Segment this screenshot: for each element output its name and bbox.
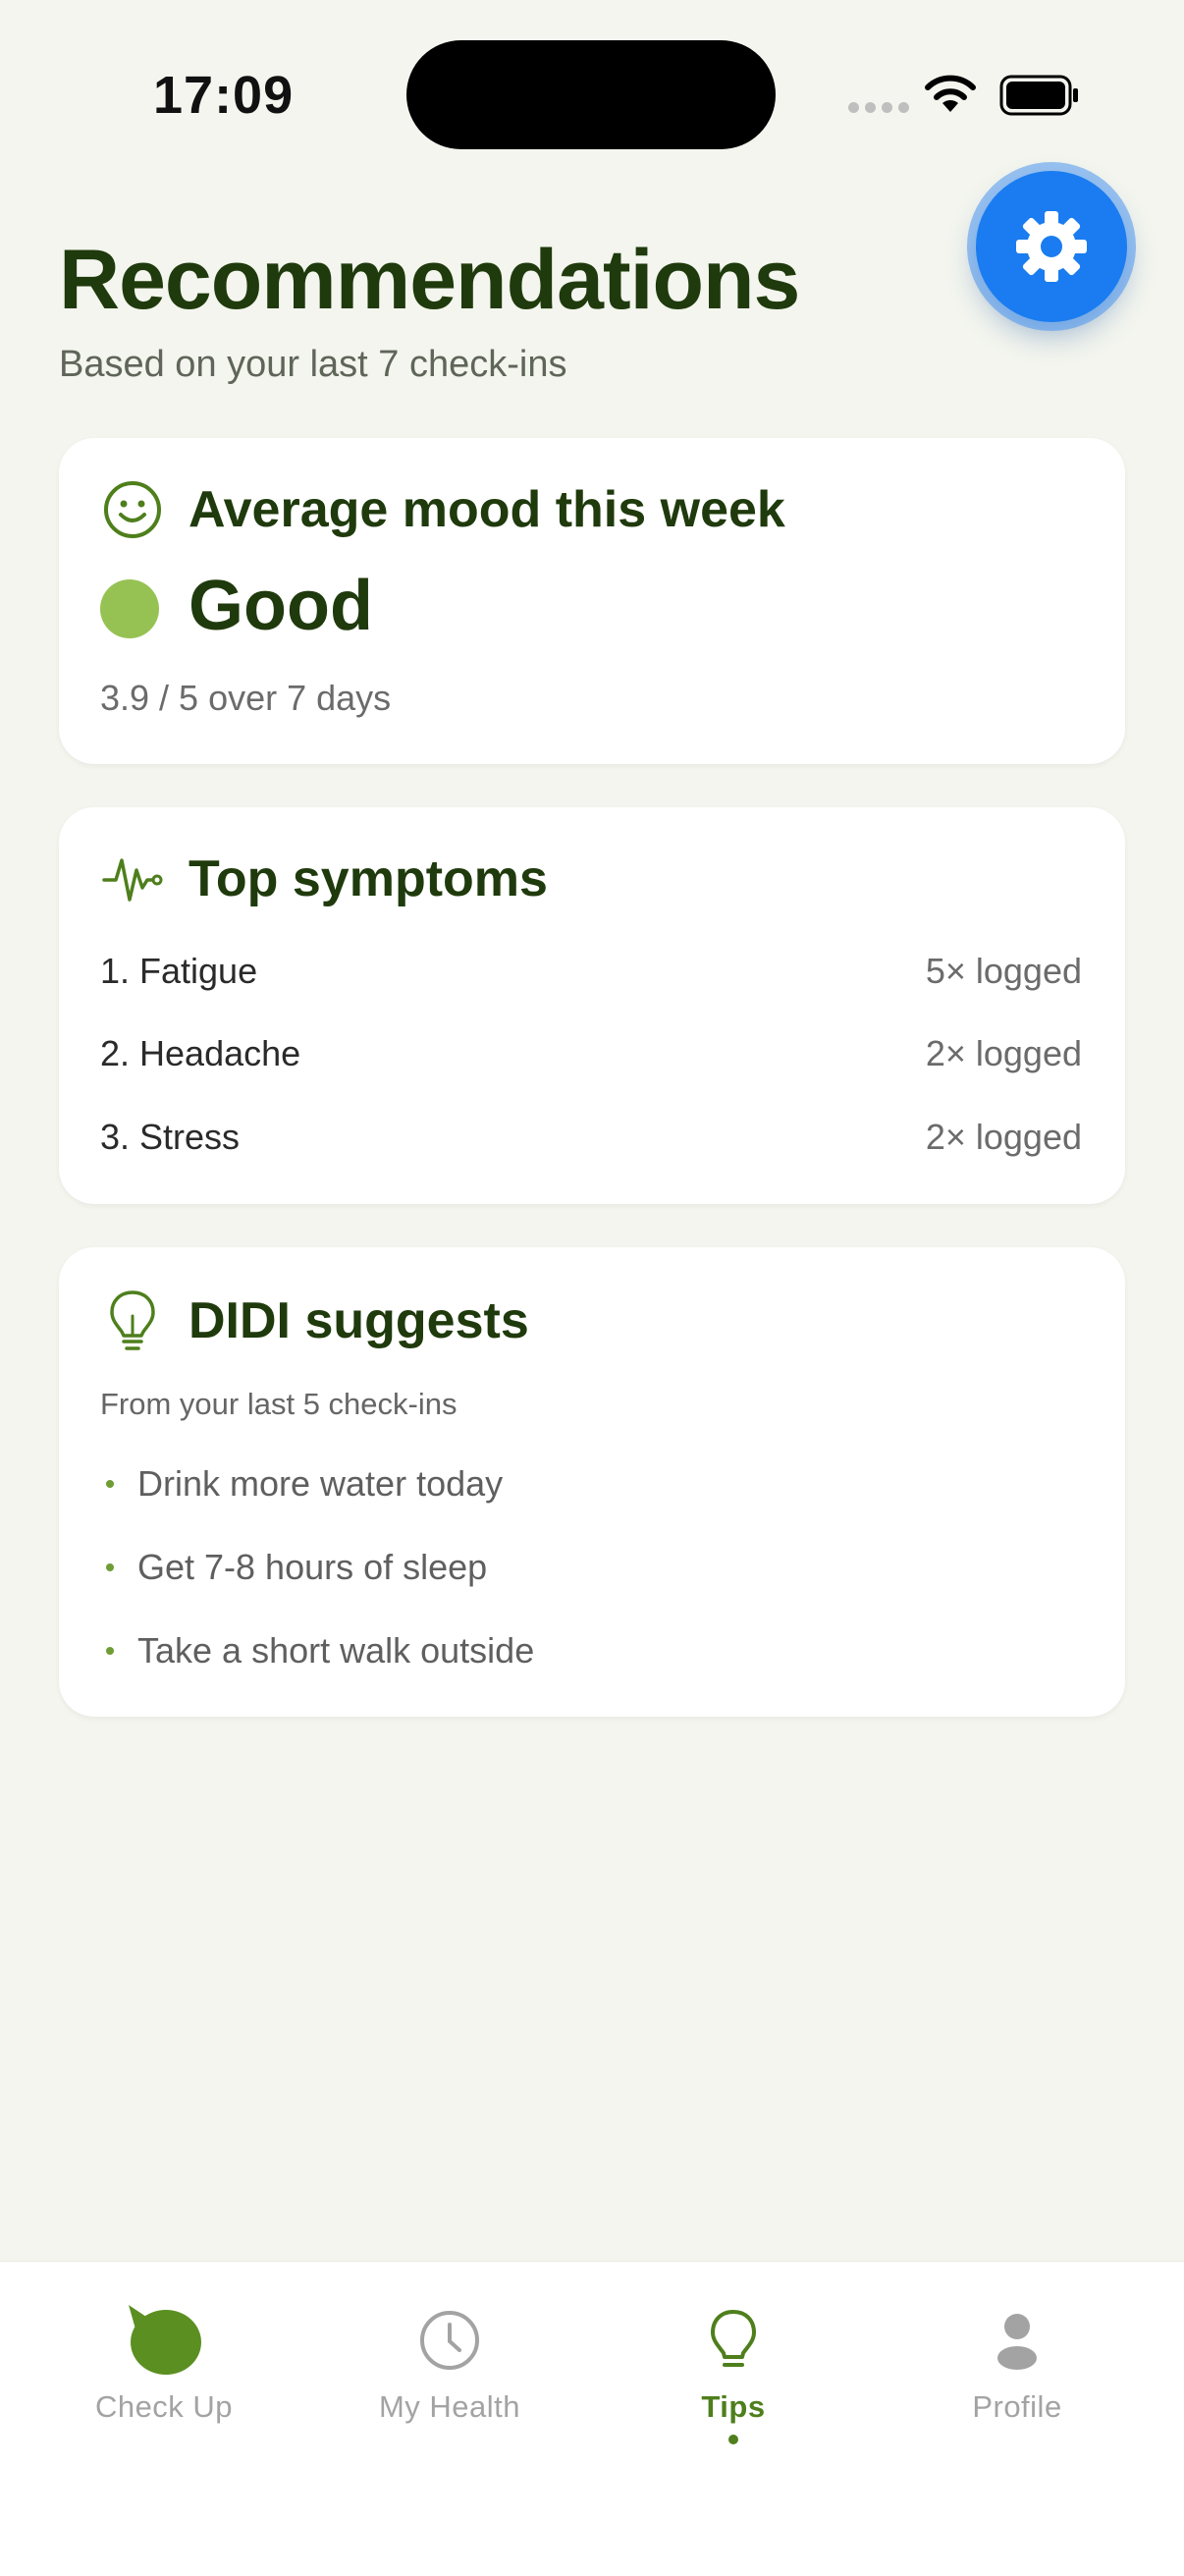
settings-button[interactable] [976, 171, 1127, 322]
bullet [106, 1480, 114, 1488]
bullet [106, 1563, 114, 1571]
symptom-count: 2× logged [925, 1117, 1082, 1157]
symptom-row: 3. Stress 2× logged [100, 1117, 1082, 1158]
suggestion-text: Take a short walk outside [137, 1630, 535, 1671]
symptom-name: 2. Headache [100, 1033, 301, 1073]
status-bar: 17:09 [0, 0, 1184, 187]
person-icon [997, 2314, 1037, 2370]
symptom-row: 1. Fatigue 5× logged [100, 951, 1082, 992]
tab-label: Check Up [94, 2389, 234, 2424]
symptoms-card-header: Top symptoms [102, 849, 548, 909]
tab-my-health[interactable]: My Health [332, 2301, 567, 2425]
page-subtitle: Based on your last 7 check-ins [59, 344, 567, 385]
cellular-signal-icon [848, 102, 909, 113]
tab-tips[interactable]: Tips [616, 2301, 851, 2444]
symptom-count: 5× logged [925, 951, 1082, 991]
gear-icon [1016, 211, 1087, 282]
symptom-row: 2. Headache 2× logged [100, 1033, 1082, 1074]
tab-profile[interactable]: Profile [899, 2301, 1135, 2425]
symptoms-card-title: Top symptoms [188, 850, 548, 907]
mood-value: Good [188, 567, 373, 645]
tab-check-up[interactable]: Check Up [46, 2301, 282, 2425]
page-title: Recommendations [59, 233, 800, 327]
suggestions-card: DIDI suggests From your last 5 check-ins… [59, 1247, 1125, 1717]
mood-card-header: Average mood this week [102, 479, 785, 540]
dynamic-island [406, 40, 776, 149]
mood-indicator-dot [100, 579, 159, 638]
symptom-count: 2× logged [925, 1033, 1082, 1073]
battery-icon [999, 75, 1078, 116]
suggestion-item: Get 7-8 hours of sleep [100, 1547, 487, 1588]
clock-icon [420, 2311, 479, 2370]
suggestion-item: Drink more water today [100, 1463, 503, 1505]
active-tab-indicator [728, 2435, 738, 2444]
lightbulb-icon [110, 1290, 155, 1350]
lightbulb-icon [711, 2310, 756, 2367]
mood-detail: 3.9 / 5 over 7 days [100, 678, 392, 718]
chat-bubble-icon [129, 2305, 201, 2375]
suggestion-text: Drink more water today [137, 1463, 504, 1504]
pulse-icon [102, 858, 163, 902]
tab-label: My Health [378, 2389, 521, 2424]
suggestions-note: From your last 5 check-ins [100, 1387, 457, 1421]
tab-label: Profile [972, 2389, 1062, 2424]
mood-card: Average mood this week Good 3.9 / 5 over… [59, 438, 1125, 764]
tab-bar: Check Up My Health Tips Profile [0, 2261, 1184, 2576]
tab-label: Tips [701, 2389, 766, 2424]
mood-card-title: Average mood this week [188, 481, 785, 538]
status-time: 17:09 [153, 66, 295, 125]
wifi-icon [925, 75, 976, 112]
suggestions-card-header: DIDI suggests [102, 1288, 529, 1353]
symptom-name: 3. Stress [100, 1117, 241, 1157]
smiley-icon [104, 481, 161, 538]
symptoms-card: Top symptoms 1. Fatigue 5× logged 2. Hea… [59, 807, 1125, 1204]
suggestions-card-title: DIDI suggests [188, 1292, 529, 1349]
suggestion-item: Take a short walk outside [100, 1630, 534, 1672]
bullet [106, 1647, 114, 1655]
symptom-name: 1. Fatigue [100, 951, 258, 991]
suggestion-text: Get 7-8 hours of sleep [137, 1547, 488, 1587]
